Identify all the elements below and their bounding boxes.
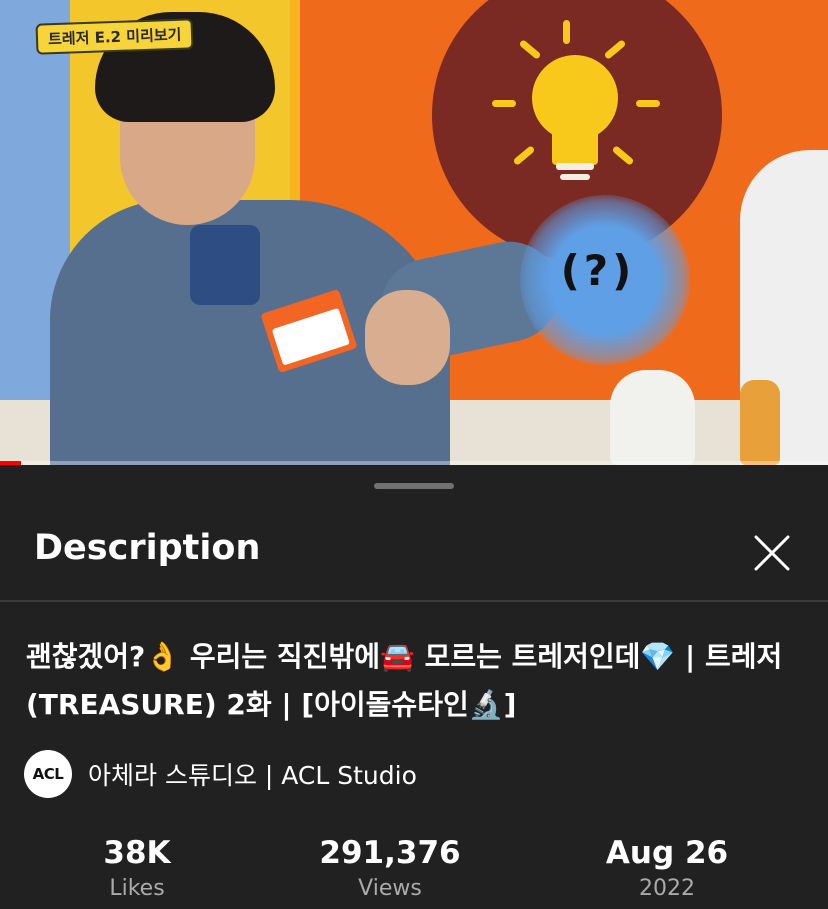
channel-avatar[interactable]: ACL	[24, 750, 72, 798]
likes-label: Likes	[109, 876, 165, 901]
sheet-drag-handle[interactable]	[374, 483, 454, 489]
person-fist	[365, 290, 450, 385]
views-label: Views	[358, 876, 422, 901]
video-jar	[610, 370, 695, 465]
video-title: 괜찮겠어?👌 우리는 직진밖에🚘 모르는 트레저인데💎 | 트레저(TREASU…	[26, 640, 783, 721]
episode-caption-tag: 트레저 E.2 미리보기	[35, 18, 194, 55]
description-sheet: Description 괜찮겠어?👌 우리는 직진밖에🚘 모르는 트레저인데💎 …	[0, 465, 828, 909]
views-stat: 291,376 Views	[290, 835, 490, 907]
close-icon	[754, 535, 790, 571]
bulb-ray	[492, 100, 516, 107]
close-button[interactable]	[748, 529, 796, 577]
sheet-divider	[0, 600, 828, 602]
likes-stat: 38K Likes	[37, 835, 237, 907]
views-count: 291,376	[319, 835, 461, 871]
sheet-title: Description	[34, 528, 261, 568]
bubble-text: (?)	[560, 246, 636, 295]
person-shirt	[190, 225, 260, 305]
lightbulb-base	[560, 174, 590, 180]
channel-name[interactable]: 아체라 스튜디오 | ACL Studio	[88, 756, 417, 792]
upload-year: 2022	[639, 876, 695, 901]
channel-row[interactable]: ACL 아체라 스튜디오 | ACL Studio	[24, 749, 417, 799]
bulb-ray	[563, 20, 570, 44]
likes-count: 38K	[103, 835, 171, 871]
date-stat: Aug 26 2022	[567, 835, 767, 907]
channel-avatar-label: ACL	[32, 765, 64, 783]
video-player[interactable]: (?) 트레저 E.2 미리보기	[0, 0, 828, 465]
lightbulb-base	[556, 163, 594, 170]
upload-date: Aug 26	[605, 835, 729, 871]
lightbulb-neck	[552, 125, 598, 165]
video-bottle	[740, 380, 780, 465]
bulb-ray	[636, 100, 660, 107]
